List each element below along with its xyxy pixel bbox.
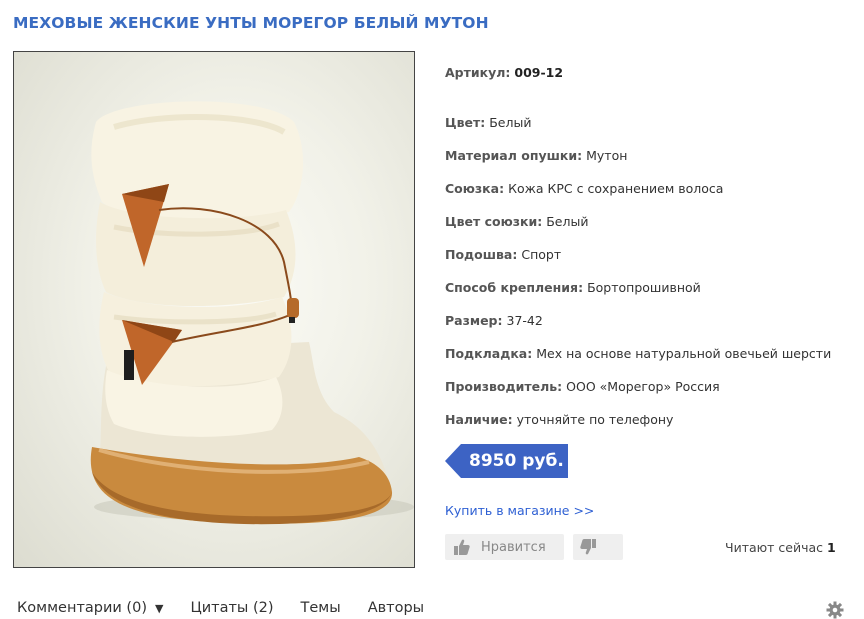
spec-color: Цвет: Белый <box>445 115 531 130</box>
spec-value: Мутон <box>586 148 628 163</box>
spec-sole: Подошва: Спорт <box>445 247 561 262</box>
like-label: Нравится <box>481 539 546 555</box>
spec-label: Способ крепления: <box>445 280 584 295</box>
tab-quotes[interactable]: Цитаты (2) <box>190 600 273 616</box>
tab-comments[interactable]: Комментарии (0) ▼ <box>17 600 163 616</box>
spec-value: Спорт <box>521 247 562 262</box>
spec-value: Кожа КРС с сохранением волоса <box>508 181 724 196</box>
dislike-button[interactable] <box>573 534 623 560</box>
tab-quotes-label: Цитаты (2) <box>190 600 274 616</box>
spec-label: Подкладка: <box>445 346 533 361</box>
spec-value: ООО «Морегор» Россия <box>566 379 720 394</box>
spec-vamp: Союзка: Кожа КРС с сохранением волоса <box>445 181 723 196</box>
bottom-tabs: Комментарии (0) ▼ Цитаты (2) Темы Авторы <box>17 600 451 616</box>
spec-label: Подошва: <box>445 247 518 262</box>
spec-manufacturer: Производитель: ООО «Морегор» Россия <box>445 379 720 394</box>
thumbs-down-icon <box>580 539 596 555</box>
tab-authors-label: Авторы <box>367 600 425 616</box>
spec-label: Производитель: <box>445 379 563 394</box>
spec-size: Размер: 37-42 <box>445 313 543 328</box>
spec-article: Артикул: 009-12 <box>445 65 563 80</box>
spec-value: Бортопрошивной <box>587 280 701 295</box>
tab-authors[interactable]: Авторы <box>368 600 424 616</box>
boot-illustration <box>90 101 414 525</box>
reading-count: 1 <box>827 540 836 555</box>
spec-label: Союзка: <box>445 181 505 196</box>
spec-availability: Наличие: уточняйте по телефону <box>445 412 673 427</box>
gear-icon[interactable] <box>826 601 844 619</box>
reading-label: Читают сейчас <box>725 540 824 555</box>
reading-now: Читают сейчас 1 <box>725 540 836 555</box>
spec-label: Цвет союзки: <box>445 214 543 229</box>
spec-value: уточняйте по телефону <box>516 412 674 427</box>
spec-value: Белый <box>489 115 532 130</box>
spec-value: 37-42 <box>506 313 543 328</box>
tab-topics[interactable]: Темы <box>301 600 341 616</box>
spec-vamp-color: Цвет союзки: Белый <box>445 214 588 229</box>
price-value: 8950 руб. <box>469 451 564 471</box>
spec-value: 009-12 <box>514 65 564 80</box>
spec-label: Цвет: <box>445 115 486 130</box>
spec-fastening: Способ крепления: Бортопрошивной <box>445 280 701 295</box>
product-photo[interactable] <box>13 51 415 568</box>
like-button[interactable]: Нравится <box>445 534 564 560</box>
spec-value: Белый <box>546 214 589 229</box>
thumbs-up-icon <box>454 539 470 555</box>
spec-label: Наличие: <box>445 412 513 427</box>
caret-down-icon: ▼ <box>154 601 164 615</box>
tab-topics-label: Темы <box>300 600 341 616</box>
spec-label: Артикул: <box>445 65 511 80</box>
buy-in-store-link[interactable]: Купить в магазине >> <box>445 503 594 518</box>
spec-label: Материал опушки: <box>445 148 583 163</box>
spec-lining: Подкладка: Мех на основе натуральной ове… <box>445 346 831 361</box>
spec-trim-material: Материал опушки: Мутон <box>445 148 627 163</box>
tab-comments-label: Комментарии (0) <box>17 600 147 616</box>
spec-value: Мех на основе натуральной овечьей шерсти <box>536 346 832 361</box>
product-title: МЕХОВЫЕ ЖЕНСКИЕ УНТЫ МОРЕГОР БЕЛЫЙ МУТОН <box>13 14 489 32</box>
spec-label: Размер: <box>445 313 503 328</box>
